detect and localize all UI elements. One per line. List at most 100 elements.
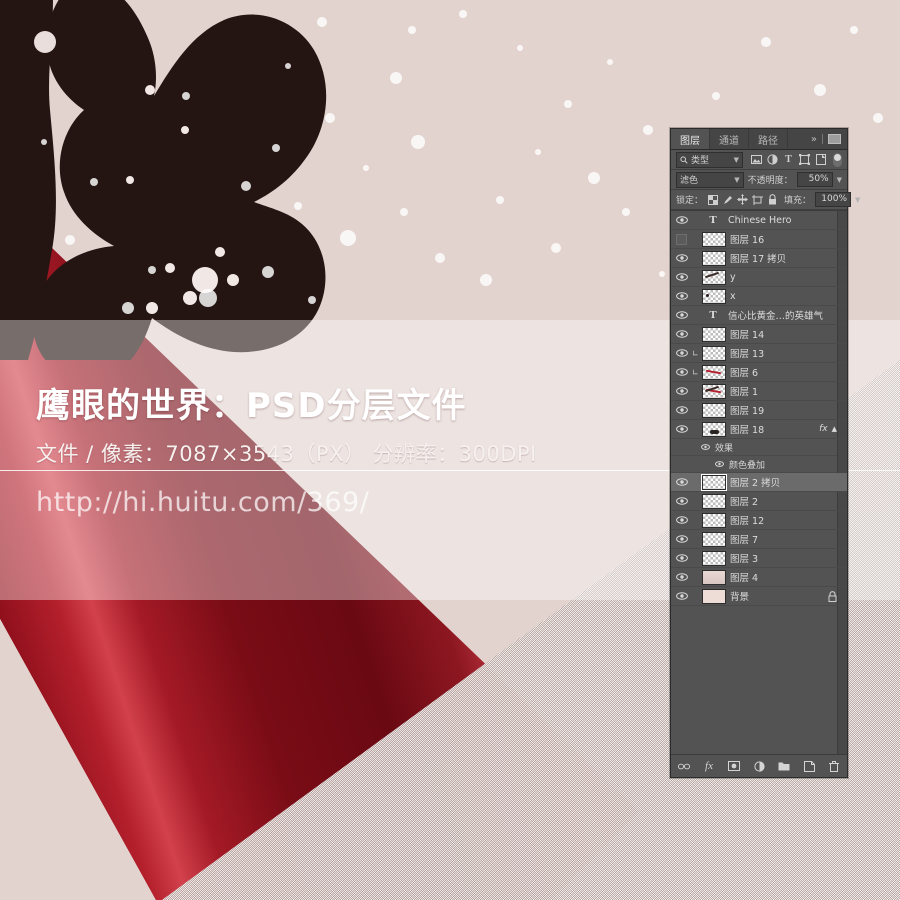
layer-thumbnail[interactable] (702, 326, 726, 342)
layer-row[interactable]: 图层 4 (671, 568, 847, 587)
layer-row[interactable]: 图层 1 (671, 382, 847, 401)
layer-thumbnail[interactable] (702, 531, 726, 547)
layer-thumbnail[interactable] (702, 588, 726, 604)
eye-icon[interactable] (675, 368, 688, 376)
image-filter-icon[interactable] (751, 154, 762, 165)
lock-position-icon[interactable] (737, 194, 749, 205)
adjustment-filter-icon[interactable] (767, 154, 778, 165)
fill-value[interactable]: 100% (815, 192, 852, 207)
filter-type-icons: T (751, 152, 842, 167)
layer-row[interactable]: 图层 18 fx ▲ (671, 420, 847, 439)
eye-icon[interactable] (675, 330, 688, 338)
new-layer-icon[interactable] (803, 760, 815, 772)
layer-row[interactable]: 图层 2 (671, 492, 847, 511)
eye-icon[interactable] (675, 478, 688, 486)
layer-row[interactable]: 图层 17 拷贝 (671, 249, 847, 268)
layer-row[interactable]: 图层 16 (671, 230, 847, 249)
layer-effect-item[interactable]: 颜色叠加 (671, 456, 847, 473)
new-adjustment-layer-icon[interactable] (753, 760, 765, 772)
layer-thumbnail[interactable] (702, 231, 726, 247)
chevron-double-right-icon[interactable]: » (811, 134, 817, 145)
layer-row-selected[interactable]: 图层 2 拷贝 (671, 473, 847, 492)
lock-icon-group (707, 194, 778, 205)
layer-row[interactable]: ∟ 图层 6 (671, 363, 847, 382)
tab-layers[interactable]: 图层 (671, 129, 710, 149)
layer-row[interactable]: x (671, 287, 847, 306)
eye-icon[interactable] (675, 387, 688, 395)
eye-icon[interactable] (675, 497, 688, 505)
link-layers-icon[interactable] (678, 760, 690, 772)
layer-filter-row: 类型 ▼ T (671, 150, 847, 170)
chevron-down-icon[interactable]: ▼ (734, 156, 739, 164)
layer-thumbnail[interactable] (702, 345, 726, 361)
layer-thumbnail[interactable] (702, 402, 726, 418)
eye-icon[interactable] (715, 461, 724, 467)
eye-icon[interactable] (675, 216, 688, 224)
eye-icon[interactable] (675, 425, 688, 433)
filter-kind-select[interactable]: 类型 ▼ (676, 151, 743, 168)
layer-name: 图层 12 (730, 516, 765, 527)
eye-icon[interactable] (675, 311, 688, 319)
layer-thumbnail[interactable] (702, 269, 726, 285)
layer-thumbnail[interactable] (701, 473, 727, 491)
layer-row-background[interactable]: 背景 (671, 587, 847, 606)
layer-thumbnail[interactable] (702, 364, 726, 380)
layer-row[interactable]: T Chinese Hero (671, 211, 847, 230)
delete-layer-icon[interactable] (828, 760, 840, 772)
eye-icon[interactable] (701, 444, 710, 450)
layer-thumbnail[interactable] (702, 512, 726, 528)
add-layer-style-icon[interactable]: fx (703, 760, 715, 772)
layer-row[interactable]: 图层 14 (671, 325, 847, 344)
new-group-icon[interactable] (778, 760, 790, 772)
eye-icon[interactable] (675, 535, 688, 543)
tab-paths[interactable]: 路径 (749, 129, 788, 149)
eye-icon[interactable] (675, 292, 688, 300)
blend-mode-select[interactable]: 滤色 ▼ (676, 171, 744, 188)
opacity-value[interactable]: 50% (796, 172, 833, 187)
layer-row[interactable]: 图层 7 (671, 530, 847, 549)
panel-menu-icon[interactable] (828, 134, 841, 144)
layer-row[interactable]: ∟ 图层 13 (671, 344, 847, 363)
filter-enable-toggle[interactable] (833, 152, 842, 167)
eye-icon[interactable] (675, 349, 688, 357)
eye-icon-off[interactable] (675, 233, 688, 245)
eye-icon[interactable] (675, 254, 688, 262)
fill-chevron-down-icon[interactable]: ▼ (855, 196, 860, 204)
layer-name: x (730, 290, 736, 302)
watermark-subtitle: 文件 / 像素：7087×3543（PX） 分辨率：300DPI (36, 442, 537, 466)
layer-effects-group[interactable]: 效果 (671, 439, 847, 456)
text-filter-icon[interactable]: T (783, 154, 794, 165)
add-layer-mask-icon[interactable] (728, 760, 740, 772)
smart-object-filter-icon[interactable] (815, 154, 826, 165)
shape-filter-icon[interactable] (799, 154, 810, 165)
layer-effects-badge[interactable]: fx ▲ (819, 424, 837, 434)
chevron-down-icon[interactable]: ▼ (734, 176, 739, 184)
layer-row[interactable]: y (671, 268, 847, 287)
tab-channels[interactable]: 通道 (710, 129, 749, 149)
layer-thumbnail[interactable] (702, 288, 726, 304)
lock-transparency-icon[interactable] (707, 194, 718, 205)
layer-thumbnail[interactable] (702, 383, 726, 399)
layer-row[interactable]: 图层 19 (671, 401, 847, 420)
eye-icon[interactable] (675, 573, 688, 581)
eye-icon[interactable] (675, 273, 688, 281)
layer-thumbnail[interactable] (702, 421, 726, 437)
layer-thumbnail[interactable] (702, 493, 726, 509)
eye-icon[interactable] (675, 406, 688, 414)
chevron-up-icon[interactable]: ▲ (832, 425, 837, 433)
layer-thumbnail[interactable] (702, 250, 726, 266)
layer-thumbnail[interactable] (702, 569, 726, 585)
layer-row[interactable]: 图层 12 (671, 511, 847, 530)
layer-list[interactable]: T Chinese Hero 图层 16 图层 17 拷贝 y x T 信心比黄… (671, 210, 847, 754)
lock-image-icon[interactable] (722, 194, 733, 205)
lock-artboard-icon[interactable] (752, 194, 764, 205)
opacity-chevron-down-icon[interactable]: ▼ (837, 176, 842, 184)
opacity-label: 不透明度： (747, 176, 793, 186)
eye-icon[interactable] (675, 592, 688, 600)
eye-icon[interactable] (675, 554, 688, 562)
layer-row[interactable]: T 信心比黄金…的英雄气 (671, 306, 847, 325)
layer-thumbnail[interactable] (702, 550, 726, 566)
layer-row[interactable]: 图层 3 (671, 549, 847, 568)
lock-all-icon[interactable] (767, 194, 778, 205)
eye-icon[interactable] (675, 516, 688, 524)
